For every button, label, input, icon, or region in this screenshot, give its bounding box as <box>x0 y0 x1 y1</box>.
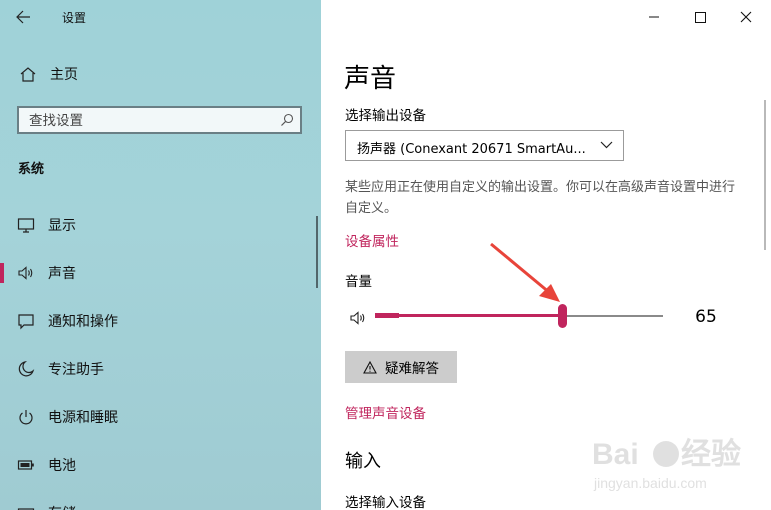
maximize-icon <box>695 12 706 23</box>
sidebar-item-home[interactable]: 主页 <box>18 64 78 84</box>
warning-icon <box>363 360 377 374</box>
slider-fill-start <box>375 313 399 318</box>
back-button[interactable] <box>12 6 36 28</box>
sidebar-item-label: 显示 <box>48 218 76 234</box>
slider-thumb[interactable] <box>558 304 567 328</box>
power-icon <box>19 410 33 425</box>
sidebar-item-label: 电源和睡眠 <box>48 410 118 426</box>
troubleshoot-button[interactable]: 疑难解答 <box>345 351 457 383</box>
manage-sound-devices-link[interactable]: 管理声音设备 <box>345 402 426 422</box>
sidebar-item-battery[interactable]: 电池 <box>0 445 310 485</box>
close-button[interactable] <box>723 0 769 34</box>
close-icon <box>740 11 752 23</box>
sidebar-item-notifications[interactable]: 通知和操作 <box>0 301 310 341</box>
output-device-dropdown[interactable]: 扬声器 (Conexant 20671 SmartAu... <box>345 130 624 161</box>
slider-fill <box>375 314 562 317</box>
svg-text:jingyan.baidu.com: jingyan.baidu.com <box>593 475 707 491</box>
sidebar-item-label: 专注助手 <box>48 362 104 378</box>
sidebar-item-label: 声音 <box>48 266 76 282</box>
speaker-icon[interactable] <box>349 309 369 327</box>
section-label: 系统 <box>18 162 45 177</box>
input-device-label: 选择输入设备 <box>345 495 426 510</box>
device-properties-link[interactable]: 设备属性 <box>345 230 399 250</box>
storage-icon <box>17 508 35 510</box>
speaker-icon <box>18 266 33 280</box>
minimize-icon <box>649 16 659 18</box>
sidebar: 设置 主页 系统 显示 声音 通知和操作 <box>0 0 321 510</box>
sidebar-item-label: 主页 <box>50 67 78 83</box>
sidebar-item-sound[interactable]: 声音 <box>0 253 310 293</box>
sidebar-item-label: 通知和操作 <box>48 314 118 330</box>
sidebar-item-storage[interactable]: 存储 <box>0 493 310 510</box>
sidebar-item-power[interactable]: 电源和睡眠 <box>0 397 310 437</box>
output-device-label: 选择输出设备 <box>345 108 426 124</box>
input-heading: 输入 <box>345 451 381 472</box>
app-title: 设置 <box>62 11 87 25</box>
page-title: 声音 <box>344 64 397 94</box>
svg-text:经验: 经验 <box>681 437 741 471</box>
sidebar-item-label: 存储 <box>48 503 76 510</box>
title-bar: 设置 <box>0 0 321 34</box>
svg-text:Bai: Bai <box>592 438 639 471</box>
output-device-value: 扬声器 (Conexant 20671 SmartAu... <box>357 142 586 157</box>
maximize-button[interactable] <box>677 0 723 34</box>
sidebar-scrollbar[interactable] <box>316 216 318 288</box>
home-icon <box>20 67 36 82</box>
minimize-button[interactable] <box>631 0 677 34</box>
troubleshoot-label: 疑难解答 <box>385 361 439 377</box>
baidu-watermark-logo: Bai 经验 jingyan.baidu.com <box>592 437 741 491</box>
search-input[interactable] <box>27 111 271 131</box>
volume-slider[interactable] <box>375 303 663 331</box>
back-arrow-icon <box>16 10 30 24</box>
main-content: 声音 选择输出设备 扬声器 (Conexant 20671 SmartAu...… <box>321 0 771 510</box>
chevron-down-icon <box>600 141 613 149</box>
search-box[interactable] <box>17 106 302 134</box>
active-indicator <box>0 263 4 283</box>
monitor-icon <box>17 218 35 233</box>
battery-icon <box>17 460 34 470</box>
main-scrollbar[interactable] <box>764 100 766 250</box>
sidebar-item-display[interactable]: 显示 <box>0 205 310 245</box>
volume-value: 65 <box>695 307 717 327</box>
search-icon[interactable] <box>280 113 294 127</box>
sidebar-item-focus-assist[interactable]: 专注助手 <box>0 349 310 389</box>
sidebar-item-label: 电池 <box>48 458 76 474</box>
message-icon <box>18 314 34 330</box>
moon-icon <box>18 360 35 377</box>
volume-label: 音量 <box>345 274 372 290</box>
custom-output-info: 某些应用正在使用自定义的输出设置。你可以在高级声音设置中进行自定义。 <box>345 180 736 216</box>
